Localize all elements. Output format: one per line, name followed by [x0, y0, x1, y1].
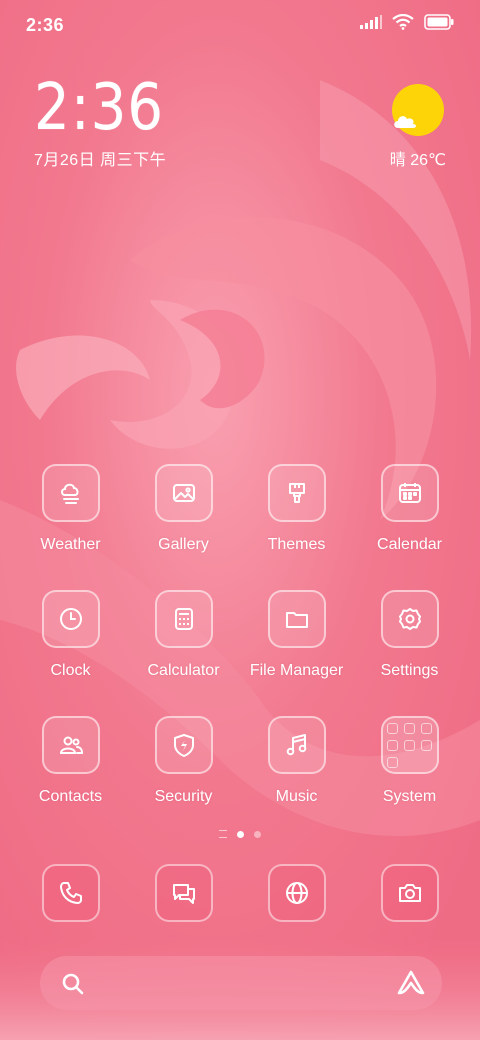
music-icon — [267, 716, 326, 774]
app-label: Weather — [40, 536, 101, 553]
camera-icon — [380, 864, 439, 922]
dock-camera[interactable] — [353, 864, 466, 922]
gear-icon — [380, 590, 439, 648]
battery-icon — [424, 14, 454, 30]
app-label: System — [382, 788, 437, 805]
clock-icon — [41, 590, 100, 648]
dock-browser[interactable] — [240, 864, 353, 922]
app-label: Contacts — [38, 788, 103, 805]
app-clock[interactable]: Clock — [14, 590, 127, 680]
search-bar[interactable] — [40, 956, 442, 1010]
folder-icon — [267, 590, 326, 648]
messages-icon — [154, 864, 213, 922]
calculator-icon — [154, 590, 213, 648]
page-dot-active — [237, 830, 244, 838]
search-icon[interactable] — [60, 971, 86, 997]
app-label: Security — [154, 788, 213, 805]
app-label: Themes — [267, 536, 326, 553]
page-list-icon — [219, 830, 227, 838]
weather-text: 晴 26℃ — [389, 152, 446, 169]
app-label: Calculator — [147, 662, 220, 679]
app-gallery[interactable]: Gallery — [127, 464, 240, 554]
app-settings[interactable]: Settings — [353, 590, 466, 680]
app-weather[interactable]: Weather — [14, 464, 127, 554]
page-indicator[interactable] — [0, 830, 480, 838]
app-file-manager[interactable]: File Manager — [240, 590, 353, 680]
app-label: Music — [275, 788, 318, 805]
gallery-icon — [154, 464, 213, 522]
app-themes[interactable]: Themes — [240, 464, 353, 554]
date-text: 7月26日 周三下午 — [34, 152, 167, 169]
app-system-folder[interactable]: System — [353, 716, 466, 806]
app-music[interactable]: Music — [240, 716, 353, 806]
status-bar: 2:36 — [0, 0, 480, 50]
browser-icon — [267, 864, 326, 922]
assistant-icon[interactable] — [396, 969, 426, 997]
signal-icon — [360, 15, 382, 29]
cloud-icon — [394, 116, 416, 128]
page-dot — [254, 830, 261, 838]
app-label: File Manager — [249, 662, 344, 679]
clock-widget[interactable]: 2:36 7月26日 周三下午 — [34, 76, 182, 170]
calendar-icon — [380, 464, 439, 522]
contacts-icon — [41, 716, 100, 774]
app-label: Settings — [380, 662, 439, 679]
app-calculator[interactable]: Calculator — [127, 590, 240, 680]
phone-icon — [41, 864, 100, 922]
app-calendar[interactable]: Calendar — [353, 464, 466, 554]
weather-icon — [41, 464, 100, 522]
clock-time: 2:36 — [34, 71, 164, 145]
app-contacts[interactable]: Contacts — [14, 716, 127, 806]
app-label: Clock — [50, 662, 91, 679]
wifi-icon — [392, 14, 414, 30]
app-label: Gallery — [158, 536, 209, 553]
status-time: 2:36 — [26, 15, 65, 35]
themes-icon — [267, 464, 326, 522]
dock-phone[interactable] — [14, 864, 127, 922]
folder-system-icon — [380, 716, 439, 774]
app-security[interactable]: Security — [127, 716, 240, 806]
app-label: Calendar — [377, 536, 442, 553]
dock-messages[interactable] — [127, 864, 240, 922]
shield-icon — [154, 716, 213, 774]
